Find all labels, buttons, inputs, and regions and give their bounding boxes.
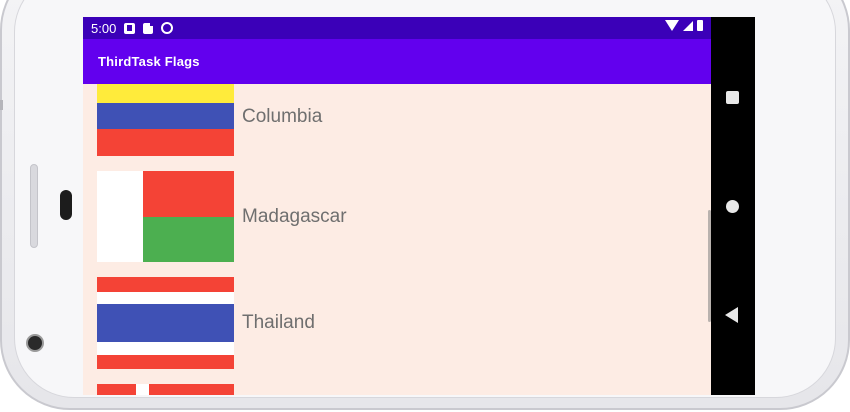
thailand-flag-red-top xyxy=(97,277,234,292)
device-screen: 5:00 ThirdTask Flags Columbia Madagascar… xyxy=(83,17,711,395)
volume-button xyxy=(0,100,3,110)
madagascar-flag-green xyxy=(143,217,234,262)
a-notification-icon xyxy=(124,22,136,34)
side-slot xyxy=(30,164,38,248)
partial-flag-red-right xyxy=(149,384,234,395)
app-title: ThirdTask Flags xyxy=(98,54,200,69)
status-bar: 5:00 xyxy=(83,17,711,39)
signal-icon xyxy=(683,20,693,31)
columbia-flag-stripe-yellow xyxy=(97,84,234,103)
partial-flag-white xyxy=(136,384,149,395)
country-label: Columbia xyxy=(242,106,323,127)
country-label: Thailand xyxy=(242,312,315,333)
list-item-thailand[interactable]: Thailand xyxy=(97,277,315,369)
recents-icon[interactable] xyxy=(726,91,739,104)
madagascar-flag-red xyxy=(143,171,234,217)
thailand-flag-white-bottom xyxy=(97,342,234,355)
battery-icon xyxy=(697,20,703,31)
list-item-partial[interactable] xyxy=(97,384,234,395)
partial-flag-red-left xyxy=(97,384,136,395)
columbia-flag xyxy=(97,84,234,156)
thailand-flag xyxy=(97,277,234,369)
list-item-columbia[interactable]: Columbia xyxy=(97,84,322,156)
country-label: Madagascar xyxy=(242,205,347,227)
navigation-bar xyxy=(711,17,755,395)
columbia-flag-stripe-red xyxy=(97,129,234,156)
app-bar: ThirdTask Flags xyxy=(83,39,711,84)
thailand-flag-red-bottom xyxy=(97,355,234,369)
status-time: 5:00 xyxy=(91,20,117,36)
back-icon[interactable] xyxy=(725,307,738,323)
thailand-flag-white-top xyxy=(97,292,234,304)
partial-flag xyxy=(97,384,234,395)
thailand-flag-blue xyxy=(97,304,234,342)
wifi-icon xyxy=(665,20,679,31)
status-right-icons xyxy=(665,20,703,31)
home-icon[interactable] xyxy=(726,200,739,213)
columbia-flag-stripe-blue xyxy=(97,103,234,129)
earpiece-speaker xyxy=(60,190,72,220)
sd-card-icon xyxy=(143,21,155,34)
front-camera-icon xyxy=(26,334,44,352)
country-list[interactable]: Columbia Madagascar Thailand xyxy=(83,84,711,395)
sync-icon xyxy=(161,22,174,34)
madagascar-flag xyxy=(97,171,234,262)
madagascar-flag-white xyxy=(97,171,143,262)
list-item-madagascar[interactable]: Madagascar xyxy=(97,171,347,262)
